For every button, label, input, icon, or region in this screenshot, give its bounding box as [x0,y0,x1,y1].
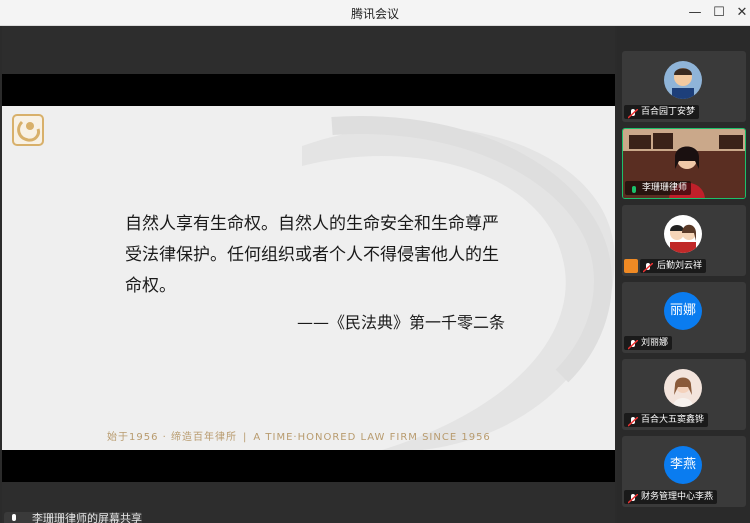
tagline-english: A TIME·HONORED LAW FIRM SINCE 1956 [253,432,491,443]
hand-raised-icon [624,259,638,273]
mic-muted-icon [628,109,638,119]
participants-panel: 百合园丁安梦 李珊珊律师 后勤刘云祥 丽娜 刘丽娜 百合大五窦鑫铧 李燕 财务管… [617,26,750,523]
participant-tile-active-speaker[interactable]: 李珊珊律师 [622,128,746,199]
participant-tile[interactable]: 丽娜 刘丽娜 [622,282,746,353]
close-button[interactable]: ✕ [733,4,750,22]
quote-line: 受法律保护。任何组织或者个人不得侵害他人的生 [125,245,499,265]
screen-share-speaker-tag: 李珊珊律师的屏幕共享 [4,512,142,523]
avatar-initials: 丽娜 [664,292,702,330]
minimize-button[interactable]: — [686,4,704,22]
avatar-initials: 李燕 [664,446,702,484]
title-bar: 腾讯会议 — ☐ ✕ [0,0,750,26]
child-photo-avatar [664,61,702,99]
participant-tile[interactable]: 后勤刘云祥 [622,205,746,276]
firm-logo [12,114,44,146]
window-title: 腾讯会议 [350,7,399,21]
letterbox-top [2,74,615,106]
mic-muted-icon [628,417,638,427]
participant-tile[interactable]: 百合园丁安梦 [622,51,746,122]
quote-line: 命权。 [125,276,176,296]
cartoon-couple-avatar [670,224,696,253]
presentation-slide: 自然人享有生命权。自然人的生命安全和生命尊严 受法律保护。任何组织或者个人不得侵… [2,106,615,450]
quote-text: 自然人享有生命权。自然人的生命安全和生命尊严 受法律保护。任何组织或者个人不得侵… [125,209,545,302]
mic-muted-icon [628,494,638,504]
maximize-button[interactable]: ☐ [710,4,728,22]
quote-attribution: ——《民法典》第一千零二条 [297,313,506,332]
participant-tile[interactable]: 百合大五窦鑫铧 [622,359,746,430]
participant-tile[interactable]: 李燕 财务管理中心李燕 [622,436,746,507]
tagline-separator: | [243,432,248,443]
mic-muted-icon [628,340,638,350]
avatar [664,215,702,253]
avatar [664,369,702,407]
quote-line: 自然人享有生命权。自然人的生命安全和生命尊严 [125,214,499,234]
speaker-label: 李珊珊律师的屏幕共享 [32,512,142,523]
tagline-chinese: 始于1956 · 缔造百年律所 [107,432,237,443]
woman-photo-avatar [664,369,702,407]
shared-screen-area: 自然人享有生命权。自然人的生命安全和生命尊严 受法律保护。任何组织或者个人不得侵… [2,26,615,523]
firm-tagline: 始于1956 · 缔造百年律所 | A TIME·HONORED LAW FIRM … [107,428,491,443]
letterbox-bottom [2,450,615,482]
avatar [664,61,702,99]
mic-muted-icon [643,263,653,273]
mic-active-icon [632,186,636,193]
logo-mark-icon [17,120,40,142]
microphone-icon [12,514,16,521]
